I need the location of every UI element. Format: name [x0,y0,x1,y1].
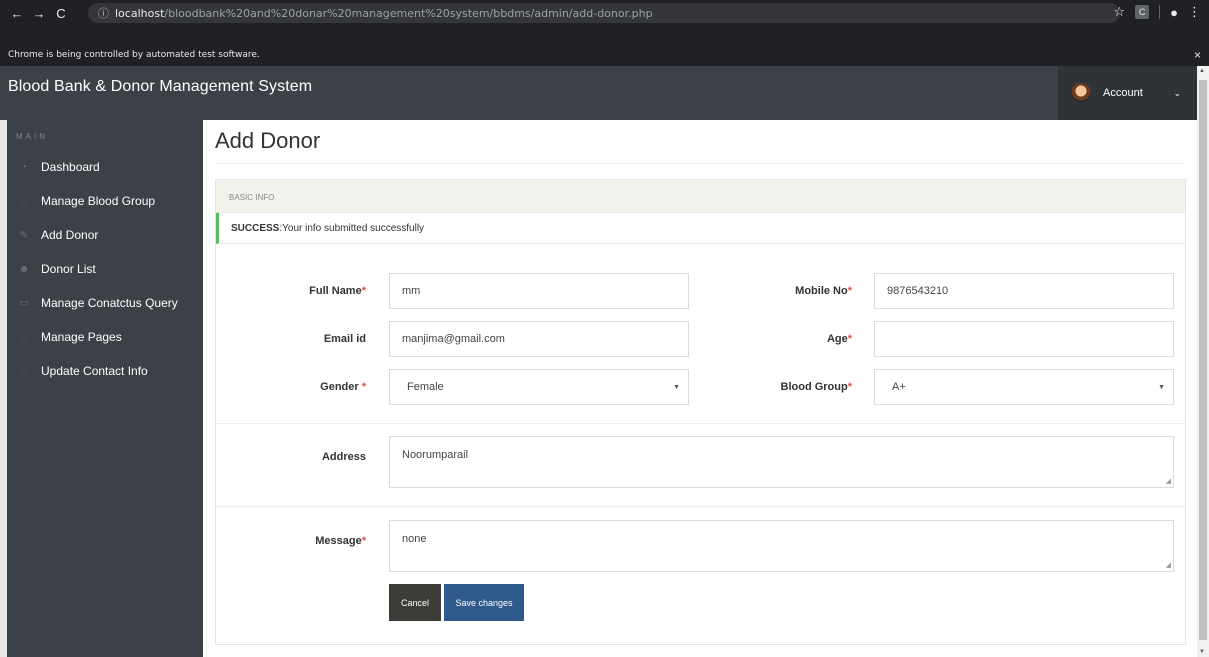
email-input[interactable]: manjima@gmail.com [389,321,689,357]
scroll-up-icon[interactable]: ▲ [1199,68,1205,74]
sidebar-item-label: Manage Blood Group [41,194,156,208]
sidebar-item-manage-contactus-query[interactable]: ▭ Manage Conatctus Query [7,286,203,320]
main-content: Add Donor BASIC INFO SUCCESS :Your info … [203,120,1197,657]
age-input[interactable] [874,321,1174,357]
bookmark-star-icon[interactable]: ☆ [1113,4,1125,20]
message-label: Message* [315,535,366,547]
blood-group-select[interactable]: A+ ▼ [874,369,1174,405]
sidebar-item-donor-list[interactable]: ☻ Donor List [7,252,203,286]
success-alert: SUCCESS :Your info submitted successfull… [216,213,1185,244]
circle-icon: ◌ [21,365,27,377]
alert-title: SUCCESS [231,222,280,234]
gender-select[interactable]: Female ▼ [389,369,689,405]
address-textarea[interactable]: Noorumparail ◢ [389,436,1174,488]
reload-icon[interactable]: C [50,6,72,21]
resize-grip-icon[interactable]: ◢ [1166,561,1171,569]
address-row: ← → C ⓘ localhost /bloodbank%20and%20don… [0,0,1209,26]
automation-infobar: Chrome is being controlled by automated … [0,44,1209,66]
address-bar[interactable]: ⓘ localhost /bloodbank%20and%20donar%20m… [88,3,1120,23]
row-divider [216,423,1185,424]
sidebar-item-label: Update Contact Info [41,364,148,378]
forward-icon[interactable]: → [28,6,50,21]
avatar [1071,83,1091,103]
mobile-no-input[interactable]: 9876543210 [874,273,1174,309]
gender-label: Gender * [320,381,366,393]
age-label: Age* [826,333,852,345]
menu-dots-icon[interactable]: ⋮ [1188,4,1201,20]
full-name-label: Full Name* [309,285,366,297]
email-label: Email id [323,333,366,345]
dashboard-icon: ◔ [20,161,28,173]
panel-heading: BASIC INFO [216,180,1185,213]
toolbar-divider [1159,5,1161,19]
blood-group-label: Blood Group* [780,381,853,393]
app-title: Blood Bank & Donor Management System [8,78,313,95]
account-label: Account [1103,87,1143,99]
app-header: Blood Bank & Donor Management System Acc… [0,66,1197,120]
automation-notice: Chrome is being controlled by automated … [8,50,260,60]
alert-message: :Your info submitted successfully [279,222,425,234]
sidebar-item-update-contact-info[interactable]: ◌ Update Contact Info [7,354,203,388]
caret-down-icon: ▼ [1158,384,1165,391]
url-host: localhost [115,6,165,20]
scroll-down-icon[interactable]: ▼ [1199,649,1205,655]
sidebar-item-label: Donor List [41,262,96,276]
info-icon[interactable]: ⓘ [98,5,109,21]
extension-icon[interactable]: C [1135,5,1150,19]
sidebar-heading: MAIN [16,132,48,141]
browser-toolbar: ← → C ⓘ localhost /bloodbank%20and%20don… [0,0,1209,44]
sidebar-item-label: Manage Conatctus Query [41,296,178,310]
page-title: Add Donor [215,128,321,153]
sidebar-item-manage-blood-group[interactable]: ◌ Manage Blood Group [7,184,203,218]
sidebar-item-label: Dashboard [41,160,100,174]
sidebar-item-label: Add Donor [41,228,99,242]
scrollbar-thumb[interactable] [1199,80,1207,640]
close-icon[interactable]: × [1194,48,1201,62]
browser-actions: ☆ C ● ⋮ [1113,4,1201,20]
profile-icon[interactable]: ● [1170,5,1178,20]
page-scrollbar[interactable]: ▲ ▼ [1197,66,1209,657]
caret-down-icon: ▼ [673,384,680,391]
users-icon: ☻ [18,263,30,275]
back-icon[interactable]: ← [6,6,28,21]
full-name-input[interactable]: mm [389,273,689,309]
circle-icon: ◌ [21,331,27,343]
cancel-button[interactable]: Cancel [389,584,441,621]
row-divider [216,506,1185,507]
sidebar-item-add-donor[interactable]: ✎ Add Donor [7,218,203,252]
message-textarea[interactable]: none ◢ [389,520,1174,572]
sidebar: MAIN ◔ Dashboard ◌ Manage Blood Group ✎ … [7,120,203,657]
desktop-icon: ▭ [19,297,29,309]
sidebar-item-dashboard[interactable]: ◔ Dashboard [7,150,203,184]
address-label: Address [321,451,366,463]
mobile-no-label: Mobile No* [795,285,852,297]
url-path: /bloodbank%20and%20donar%20management%20… [164,6,653,20]
circle-icon: ◌ [21,195,27,207]
save-changes-button[interactable]: Save changes [444,584,524,621]
chevron-down-icon: ⌄ [1173,88,1181,98]
sidebar-item-label: Manage Pages [41,330,122,344]
sidebar-item-manage-pages[interactable]: ◌ Manage Pages [7,320,203,354]
donor-form-panel: BASIC INFO SUCCESS :Your info submitted … [215,179,1186,645]
edit-icon: ✎ [19,229,29,241]
title-divider [215,163,1186,164]
resize-grip-icon[interactable]: ◢ [1166,477,1171,485]
account-menu[interactable]: Account ⌄ [1058,66,1197,120]
